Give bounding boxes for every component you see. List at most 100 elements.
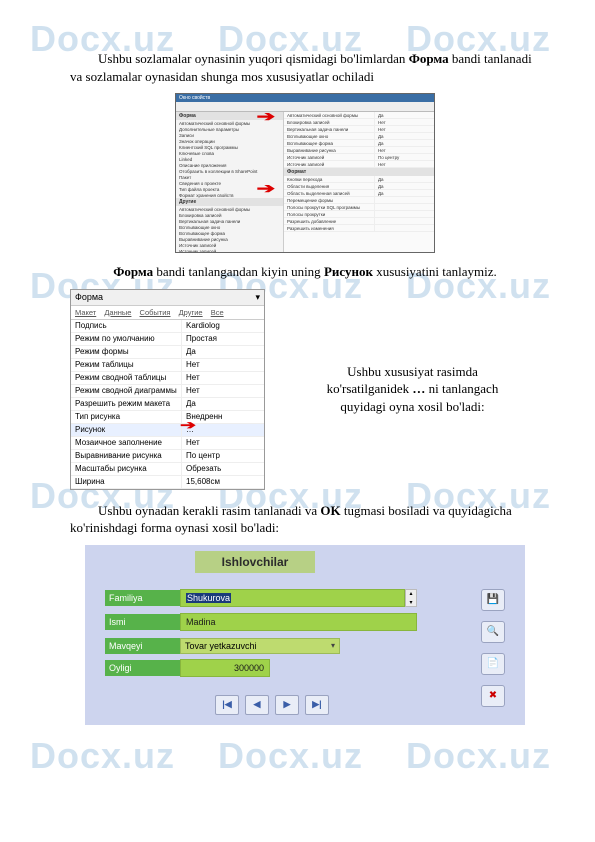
text: xususiyatini tanlaymiz. bbox=[373, 264, 497, 279]
prop-val bbox=[374, 204, 434, 210]
prop-key: Выравнивание рисунка bbox=[284, 147, 374, 153]
prop-val: Нет bbox=[374, 126, 434, 132]
text: bandi tanlangandan kiyin uning bbox=[153, 264, 324, 279]
arrow-icon: ➔ bbox=[256, 108, 275, 125]
panel-tabs: Макет Данные События Другие Все bbox=[71, 306, 264, 320]
prop-key: Источник записей bbox=[284, 161, 374, 167]
prop-val: Нет bbox=[374, 119, 434, 125]
prop-key: Тип рисунка bbox=[71, 411, 181, 423]
paragraph-1: Ushbu sozlamalar oynasinin yuqori qismid… bbox=[70, 50, 540, 85]
prop-key: Области выделения bbox=[284, 183, 374, 189]
delete-button[interactable]: ✖ bbox=[481, 685, 505, 707]
prop-val: Kardiolog bbox=[181, 320, 264, 332]
tab: Макет bbox=[75, 308, 96, 317]
prop-key: Рисунок bbox=[71, 424, 181, 436]
prop-val: Нет bbox=[181, 437, 264, 449]
tab: Все bbox=[211, 308, 224, 317]
prop-key: Режим сводной диаграммы bbox=[71, 385, 181, 397]
close-icon: ✖ bbox=[489, 690, 497, 701]
save-button[interactable]: 💾 bbox=[481, 589, 505, 611]
prop-val: Обрезать bbox=[181, 463, 264, 475]
text-bold-dots: … bbox=[412, 381, 425, 396]
text: ni tanlangach bbox=[425, 381, 498, 396]
prop-key: Разрешить режим макета bbox=[71, 398, 181, 410]
spinner[interactable]: ▴▾ bbox=[405, 589, 417, 607]
nav-first-button[interactable]: |◀ bbox=[215, 695, 239, 715]
prop-key: Мозаичное заполнение bbox=[71, 437, 181, 449]
prop-val: Да bbox=[374, 190, 434, 196]
field-label: Familiya bbox=[105, 590, 180, 606]
page-content: Ushbu sozlamalar oynasinin yuqori qismid… bbox=[0, 0, 595, 755]
prop-val: Нет bbox=[181, 372, 264, 384]
save-icon: 💾 bbox=[487, 594, 499, 605]
side-text: Ushbu xususiyat rasimda ko'rsatilganidek… bbox=[285, 363, 540, 416]
new-button[interactable]: 📄 bbox=[481, 653, 505, 675]
prop-val bbox=[374, 197, 434, 203]
tab: Другие bbox=[179, 308, 203, 317]
prop-key: Область выделенная записей bbox=[284, 190, 374, 196]
prop-key: Подпись bbox=[71, 320, 181, 332]
prop-key: Перемещение формы bbox=[284, 197, 374, 203]
prop-key: Всплывающее форма bbox=[284, 140, 374, 146]
field-value-text: Shukurova bbox=[186, 593, 231, 603]
prop-key: Масштабы рисунка bbox=[71, 463, 181, 475]
text: ko'rsatilganidek bbox=[327, 381, 413, 396]
cat-title: Другие bbox=[176, 198, 283, 206]
prop-key: Режим формы bbox=[71, 346, 181, 358]
prop-key: Источник записей bbox=[284, 154, 374, 160]
field-label: Mavqeyi bbox=[105, 638, 180, 654]
tab: События bbox=[140, 308, 171, 317]
prop-key: Полосы прокрутки bbox=[284, 211, 374, 217]
prop-key: Режим по умолчанию bbox=[71, 333, 181, 345]
prop-key: Разрешить добавление bbox=[284, 218, 374, 224]
screenshot-form-view: Ishlovchilar Familiya Shukurova ▴▾ Ismi … bbox=[85, 545, 525, 725]
panel-title-text: Форма bbox=[75, 292, 103, 303]
prop-val: Да bbox=[374, 176, 434, 182]
paragraph-3: Ushbu oynadan kerakli rasim tanlanadi va… bbox=[70, 502, 540, 537]
nav-prev-button[interactable]: ◀ bbox=[245, 695, 269, 715]
search-icon: 🔍 bbox=[487, 626, 499, 637]
prop-val: По центр bbox=[181, 450, 264, 462]
prop-val: Да bbox=[181, 398, 264, 410]
tab: Данные bbox=[104, 308, 131, 317]
prop-key: Режим сводной таблицы bbox=[71, 372, 181, 384]
prop-val bbox=[374, 225, 434, 231]
document-icon: 📄 bbox=[487, 658, 499, 669]
field-value[interactable]: 300000 bbox=[180, 659, 270, 677]
prop-key: Выравнивание рисунка bbox=[71, 450, 181, 462]
arrow-icon: ➔ bbox=[256, 180, 275, 197]
cat-title: Формат bbox=[284, 168, 434, 176]
prop-val: Нет bbox=[181, 359, 264, 371]
chevron-up-icon: ▴ bbox=[409, 590, 412, 597]
chevron-down-icon: ▾ bbox=[255, 292, 260, 303]
chevron-down-icon: ▾ bbox=[331, 641, 335, 651]
field-value[interactable]: Madina bbox=[180, 613, 417, 631]
text-bold-ok: OK bbox=[320, 503, 340, 518]
prop-key: Блокировка записей bbox=[284, 119, 374, 125]
prop-val: Нет bbox=[181, 385, 264, 397]
prop-key: Всплывающие окно bbox=[284, 133, 374, 139]
text: Ushbu oynadan kerakli rasim tanlanadi va bbox=[98, 503, 320, 518]
record-nav: |◀ ◀ ▶ ▶| bbox=[215, 695, 329, 715]
screenshot-properties-window-wrap: Окно свойств Форма Автоматический основн… bbox=[70, 93, 540, 253]
text-bold-risunok: Рисунок bbox=[324, 264, 373, 279]
prop-key: Ширина bbox=[71, 476, 181, 488]
nav-next-button[interactable]: ▶ bbox=[275, 695, 299, 715]
arrow-icon: ➔ bbox=[180, 418, 196, 432]
prop-val: Нет bbox=[374, 147, 434, 153]
find-button[interactable]: 🔍 bbox=[481, 621, 505, 643]
prop-val: Да bbox=[181, 346, 264, 358]
field-value[interactable]: Shukurova bbox=[180, 589, 405, 607]
prop-val bbox=[374, 218, 434, 224]
field-select[interactable]: Tovar yetkazuvchi ▾ bbox=[180, 638, 340, 654]
panel-title: Форма ▾ bbox=[71, 290, 264, 306]
prop-key: Кнопки перехода bbox=[284, 176, 374, 182]
prop-key: Вертикальная задача панели bbox=[284, 126, 374, 132]
prop-val: По центру bbox=[374, 154, 434, 160]
prop-val: Нет bbox=[374, 161, 434, 167]
prop-val: 15,608см bbox=[181, 476, 264, 488]
nav-last-button[interactable]: ▶| bbox=[305, 695, 329, 715]
prop-val: Да bbox=[374, 183, 434, 189]
prop-key: Полосы прокрутки SQL программы bbox=[284, 204, 374, 210]
field-label: Oyligi bbox=[105, 660, 180, 676]
